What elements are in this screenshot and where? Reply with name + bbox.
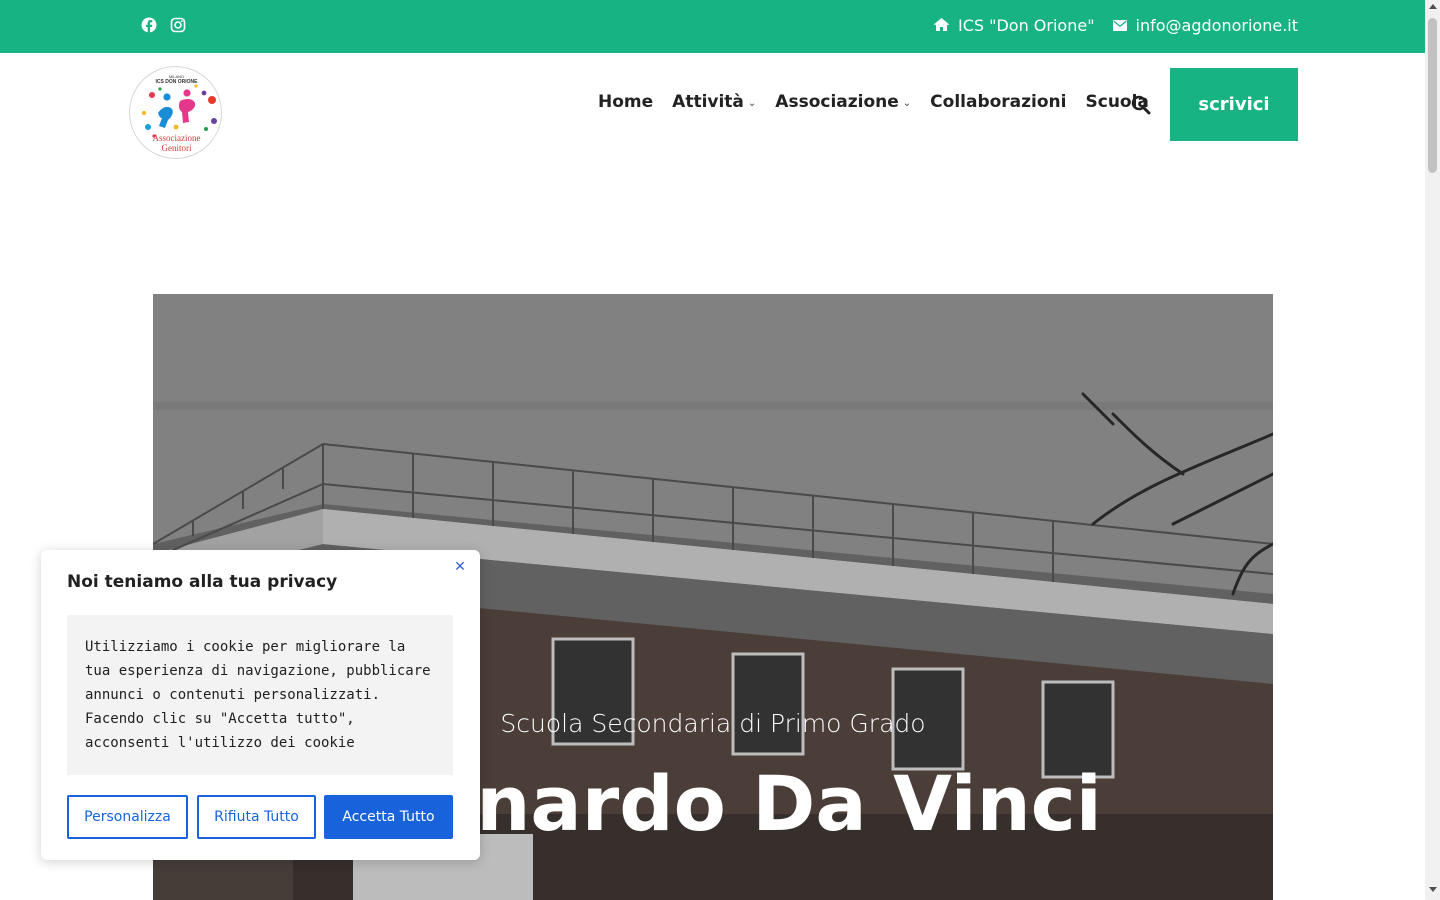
social-links bbox=[141, 17, 186, 33]
cookie-description: Utilizziamo i cookie per migliorare la t… bbox=[67, 615, 453, 775]
close-icon[interactable]: ✕ bbox=[453, 560, 467, 574]
customize-button[interactable]: Personalizza bbox=[67, 795, 188, 839]
page-scrollbar[interactable] bbox=[1425, 0, 1440, 900]
scrivici-button[interactable]: scrivici bbox=[1170, 68, 1298, 141]
nav-item-label: Collaborazioni bbox=[930, 92, 1067, 112]
nav-item-home[interactable]: Home bbox=[598, 92, 653, 112]
logo-text-school: ICS DON ORIONE bbox=[156, 79, 199, 85]
main-nav: Home Attività ⌄ Associazione ⌄ Collaborazi… bbox=[598, 92, 1168, 112]
chevron-down-icon: ⌄ bbox=[902, 98, 912, 109]
scroll-up-icon[interactable] bbox=[1429, 4, 1437, 9]
cookie-consent-dialog: ✕ Noi teniamo alla tua privacy Utilizzia… bbox=[41, 550, 480, 860]
nav-item-label: Home bbox=[598, 92, 654, 112]
nav-item-label: Attività bbox=[672, 92, 744, 112]
scrollbar-thumb[interactable] bbox=[1428, 18, 1437, 173]
instagram-icon[interactable] bbox=[170, 17, 186, 33]
nav-item-collaborazioni[interactable]: Collaborazioni bbox=[930, 92, 1066, 112]
top-bar: ICS "Don Orione" info@agdonorione.it bbox=[0, 0, 1425, 53]
logo-text-associazione: Associazione bbox=[153, 133, 201, 143]
facebook-icon[interactable] bbox=[141, 17, 157, 33]
search-icon[interactable] bbox=[1131, 95, 1151, 115]
nav-item-attivita[interactable]: Attività ⌄ bbox=[672, 92, 756, 112]
school-label: ICS "Don Orione" bbox=[957, 16, 1095, 35]
home-icon bbox=[933, 16, 949, 35]
email-link[interactable]: info@agdonorione.it bbox=[1112, 16, 1298, 35]
school-link[interactable]: ICS "Don Orione" bbox=[933, 16, 1095, 35]
cookie-title: Noi teniamo alla tua privacy bbox=[67, 572, 338, 592]
topbar-contact: ICS "Don Orione" info@agdonorione.it bbox=[933, 16, 1298, 35]
nav-item-associazione[interactable]: Associazione ⌄ bbox=[775, 92, 911, 112]
site-logo[interactable]: MILANO ICS DON ORIONE Associazione Genit… bbox=[129, 66, 222, 159]
email-label: info@agdonorione.it bbox=[1135, 16, 1298, 35]
accept-all-button[interactable]: Accetta Tutto bbox=[324, 795, 453, 839]
logo-text-genitori: Genitori bbox=[162, 143, 192, 153]
nav-item-label: Associazione bbox=[775, 92, 899, 112]
scroll-down-icon[interactable] bbox=[1429, 887, 1437, 892]
envelope-icon bbox=[1112, 16, 1127, 35]
chevron-down-icon: ⌄ bbox=[747, 98, 757, 109]
reject-all-button[interactable]: Rifiuta Tutto bbox=[197, 795, 316, 839]
